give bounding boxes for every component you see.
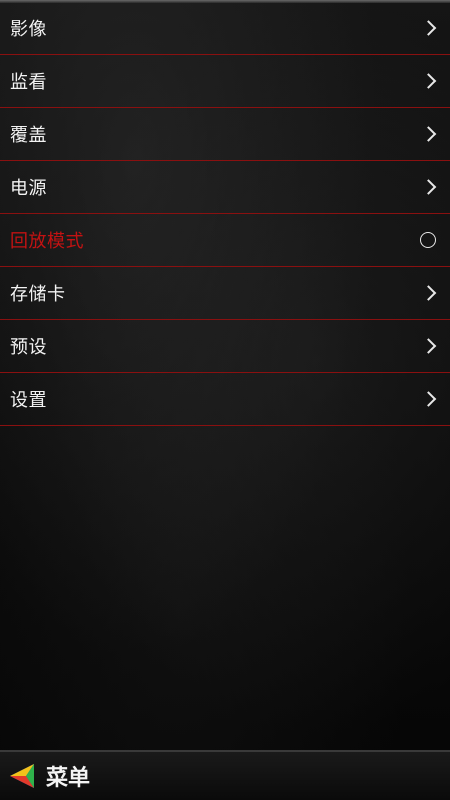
menu-item-label: 监看 [10,72,47,93]
menu-list: 影像 监看 覆盖 电源 回放模式 存储卡 预设 设置 [0,2,450,426]
chevron-right-icon [420,73,437,89]
menu-item-overlay[interactable]: 覆盖 [0,108,450,161]
menu-item-label: 设置 [10,390,47,411]
menu-item-label: 预设 [10,337,47,358]
chevron-right-icon [420,285,437,301]
radio-circle-icon[interactable] [420,232,436,248]
chevron-right-icon [420,391,437,407]
menu-item-settings[interactable]: 设置 [0,373,450,426]
bottom-bar: 菜单 [0,750,450,800]
menu-item-label: 电源 [10,178,47,199]
chevron-right-icon [420,179,437,195]
menu-screen: 影像 监看 覆盖 电源 回放模式 存储卡 预设 设置 菜单 [0,0,450,800]
menu-item-label: 影像 [10,19,47,40]
menu-item-label: 存储卡 [10,284,66,305]
menu-item-storage-card[interactable]: 存储卡 [0,267,450,320]
bottom-bar-title: 菜单 [46,766,91,791]
menu-item-label: 覆盖 [10,125,47,146]
chevron-right-icon [420,126,437,142]
menu-item-presets[interactable]: 预设 [0,320,450,373]
menu-item-monitor[interactable]: 监看 [0,55,450,108]
chevron-right-icon [420,338,437,354]
menu-item-power[interactable]: 电源 [0,161,450,214]
app-logo-icon[interactable] [8,762,36,790]
menu-item-label: 回放模式 [10,231,84,252]
chevron-right-icon [420,20,437,36]
menu-item-image[interactable]: 影像 [0,2,450,55]
menu-item-playback-mode[interactable]: 回放模式 [0,214,450,267]
